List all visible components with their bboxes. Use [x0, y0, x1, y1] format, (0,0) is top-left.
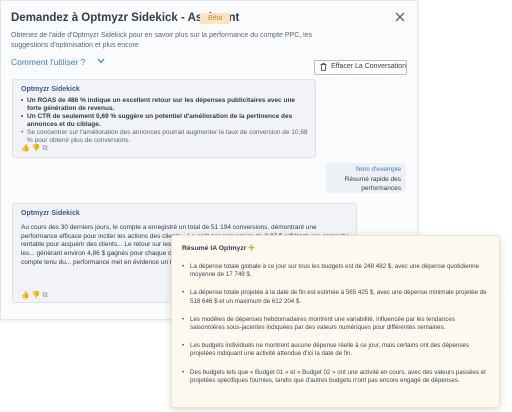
- message-bullet: Un CTR de seulement 0,69 % suggère un po…: [21, 113, 309, 129]
- thumbs-up-icon[interactable]: 👍: [21, 145, 32, 152]
- clear-conversation-label: Effacer La Conversation: [331, 63, 406, 70]
- chevron-down-icon: [97, 58, 105, 64]
- message-bullet: Un ROAS de 486 % indique un excellent re…: [21, 97, 309, 113]
- panel-header: Demandez à Optmyzr Sidekick - Assistant …: [11, 12, 407, 28]
- summary-point: La dépense totale projetée à la date de …: [182, 289, 488, 305]
- summary-points: La dépense totale globale à ce jour sur …: [182, 263, 488, 395]
- assistant-message: Optmyzr Sidekick Un ROAS de 486 % indiqu…: [12, 79, 316, 158]
- sparkle-icon: [247, 243, 256, 252]
- summary-point: Les modèles de dépenses hebdomadaires mo…: [182, 316, 488, 332]
- thumbs-up-icon[interactable]: 👍: [21, 292, 32, 299]
- feedback-actions: 👍👎⧉: [21, 144, 49, 153]
- thumbs-down-icon[interactable]: 👎: [32, 292, 43, 299]
- copy-icon[interactable]: ⧉: [42, 292, 49, 299]
- feedback-actions: 👍👎⧉: [21, 291, 49, 300]
- summary-point: Les budgets individuels ne montrent aucu…: [182, 342, 488, 358]
- close-icon[interactable]: [393, 10, 407, 24]
- trash-icon: [320, 63, 327, 71]
- clear-conversation-button[interactable]: Effacer La Conversation: [314, 60, 407, 75]
- copy-icon[interactable]: ⧉: [42, 145, 49, 152]
- beta-badge: Bêta: [200, 13, 231, 24]
- example-title: Nom d'exemple: [356, 166, 401, 173]
- user-example-message: Nom d'exemple Résumé rapide des performa…: [326, 163, 406, 193]
- message-sender: Optmyzr Sidekick: [21, 210, 80, 217]
- example-text: Résumé rapide des performances: [344, 176, 401, 192]
- summary-point: Des budgets tels que « Budget 01 » et « …: [182, 369, 488, 385]
- how-to-use-toggle[interactable]: Comment l'utiliser ?: [11, 57, 105, 67]
- summary-title: Résumé IA Optmyzr: [182, 245, 247, 252]
- message-bullet: Se concentrer sur l'amélioration des ann…: [21, 129, 309, 145]
- message-sender: Optmyzr Sidekick: [21, 86, 80, 93]
- thumbs-down-icon[interactable]: 👎: [32, 145, 43, 152]
- ai-summary-popover: Résumé IA Optmyzr La dépense totale glob…: [171, 235, 500, 408]
- summary-point: La dépense totale globale à ce jour sur …: [182, 263, 488, 279]
- message-bullets: Un ROAS de 486 % indique un excellent re…: [21, 97, 309, 145]
- how-to-use-label: Comment l'utiliser ?: [11, 57, 86, 67]
- panel-subtitle: Obtenez de l'aide d'Optmyzr Sidekick pou…: [11, 32, 313, 49]
